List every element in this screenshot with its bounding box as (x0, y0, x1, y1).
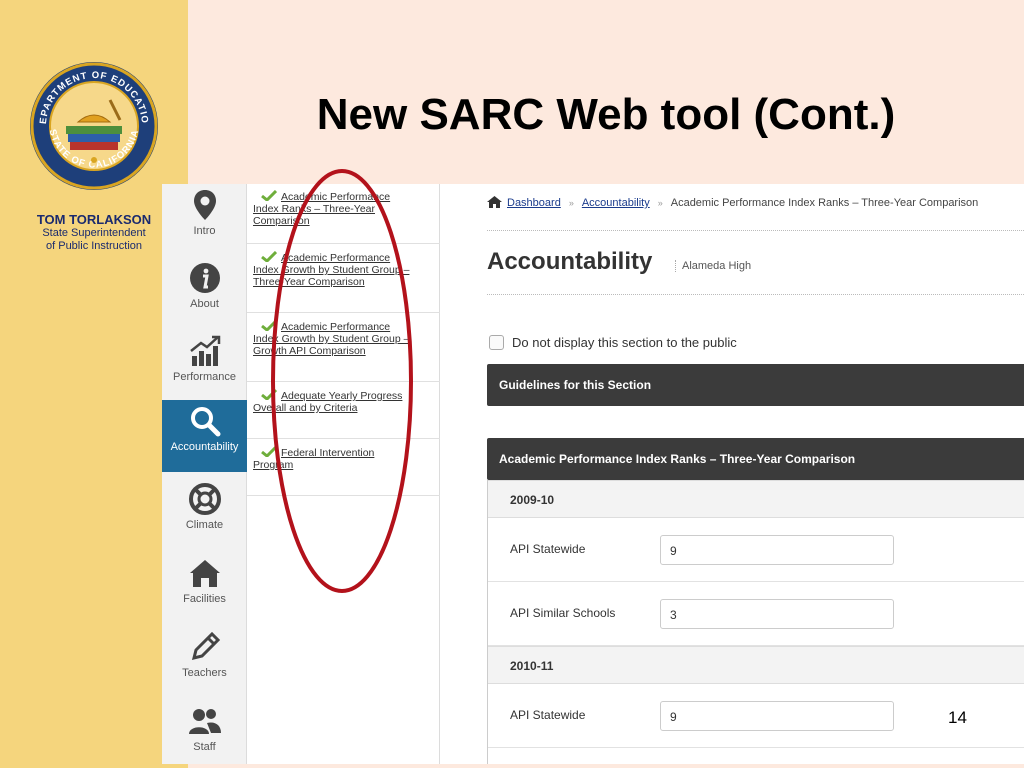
home-icon[interactable] (487, 196, 502, 208)
breadcrumb-dashboard[interactable]: Dashboard (507, 197, 561, 209)
breadcrumb-separator: » (657, 198, 663, 208)
field-row-api-similar-schools: API Similar Schools 3 (488, 582, 1024, 646)
hide-section-row: Do not display this section to the publi… (489, 335, 737, 350)
nav-performance[interactable]: Performance (162, 330, 247, 402)
presenter-role-continued: of Public Instruction (46, 240, 142, 252)
breadcrumb-separator: » (568, 198, 574, 208)
divider (487, 294, 1024, 295)
search-icon (190, 407, 220, 437)
api-statewide-input[interactable]: 9 (660, 535, 894, 565)
nav-accountability-label: Accountability (170, 441, 239, 453)
lifebuoy-icon (188, 483, 221, 515)
nav-about[interactable]: About (162, 257, 247, 329)
api-ranks-panel: Academic Performance Index Ranks – Three… (487, 438, 1024, 764)
api-similar-schools-input[interactable]: 3 (660, 599, 894, 629)
breadcrumb-current: Academic Performance Index Ranks – Three… (670, 197, 979, 209)
nav-facilities-label: Facilities (183, 593, 226, 605)
divider (487, 230, 1024, 231)
nav-intro[interactable]: Intro (162, 184, 247, 256)
highlight-oval-annotation (271, 169, 413, 593)
info-icon (189, 263, 220, 293)
page-title: Accountability (487, 248, 653, 275)
cde-seal-logo: DEPARTMENT OF EDUCATION STATE OF CALIFOR… (28, 60, 158, 190)
breadcrumb: Dashboard » Accountability » Academic Perfor… (487, 196, 978, 209)
nav-facilities[interactable]: Facilities (162, 552, 247, 624)
field-label: API Statewide (510, 708, 586, 722)
nav-accountability[interactable]: Accountability (162, 400, 247, 472)
school-name: Alameda High (675, 260, 751, 272)
slide-title: New SARC Web tool (Cont.) (316, 90, 896, 139)
users-icon (188, 709, 221, 734)
bar-chart-icon (189, 335, 220, 366)
main-content: Dashboard » Accountability » Academic Perfor… (487, 184, 1024, 764)
map-pin-icon (193, 190, 216, 220)
presenter-block: TOM TORLAKSON State Superintendent of Pu… (0, 212, 188, 253)
nav-teachers-label: Teachers (182, 667, 227, 679)
panel-header: Academic Performance Index Ranks – Three… (487, 438, 1024, 480)
field-label: API Similar Schools (510, 606, 616, 620)
nav-staff-label: Staff (193, 741, 216, 753)
presenter-name: TOM TORLAKSON (36, 212, 152, 227)
pencil-icon (191, 631, 220, 661)
breadcrumb-accountability[interactable]: Accountability (582, 197, 650, 209)
nav-staff[interactable]: Staff (162, 700, 247, 764)
nav-climate[interactable]: Climate (162, 478, 247, 550)
slide-number: 14 (948, 708, 967, 727)
nav-teachers[interactable]: Teachers (162, 626, 247, 698)
nav-performance-label: Performance (173, 371, 236, 383)
home-icon (189, 560, 220, 587)
section-icon-nav: Intro About Performance Accountability C… (162, 184, 247, 764)
nav-about-label: About (190, 298, 219, 310)
year-header-2009-10: 2009-10 (488, 480, 1024, 518)
hide-section-checkbox[interactable] (489, 335, 504, 350)
field-label: API Statewide (510, 542, 586, 556)
guidelines-toggle[interactable]: Guidelines for this Section (487, 364, 1024, 406)
api-statewide-input[interactable]: 9 (660, 701, 894, 731)
presenter-role: State Superintendent (42, 227, 146, 239)
hide-section-label: Do not display this section to the publi… (512, 335, 737, 350)
year-header-2010-11: 2010-11 (488, 646, 1024, 684)
nav-climate-label: Climate (185, 519, 224, 531)
nav-intro-label: Intro (193, 225, 216, 237)
field-row-api-statewide: API Statewide 9 (488, 518, 1024, 582)
field-row-api-statewide: API Statewide 9 (488, 684, 1024, 748)
